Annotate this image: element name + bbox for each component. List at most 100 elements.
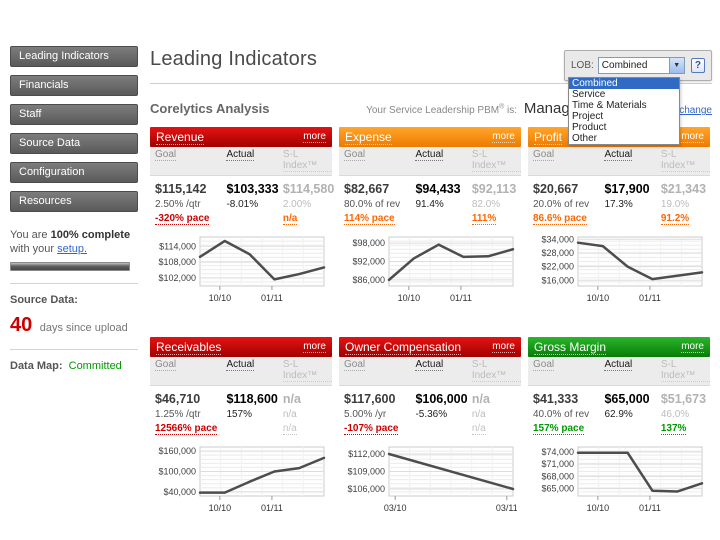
sidebar: Leading Indicators Financials Staff Source … xyxy=(10,46,138,372)
actual-column-header: Actual xyxy=(604,149,633,161)
more-link[interactable]: more xyxy=(492,341,515,353)
goal-column-header: Goal xyxy=(344,359,366,371)
cards-row-1: Revenue more Goal Actual S-L Index™ $115… xyxy=(150,127,712,313)
setup-link[interactable]: setup. xyxy=(57,243,87,255)
actual-column-header: Actual xyxy=(604,359,633,371)
actual-column-header: Actual xyxy=(415,149,444,161)
lob-option-time-materials[interactable]: Time & Materials xyxy=(569,100,679,111)
metric-card-gross-margin: Gross Margin more Goal Actual S-L Index™… xyxy=(528,337,710,523)
line-chart-svg: $102,000 $108,000 $114,000 10/10 01/11 xyxy=(158,236,326,303)
line-chart-svg: $40,000 $100,000 $160,000 10/10 01/11 xyxy=(158,446,326,513)
goal-value: $82,667 xyxy=(344,182,390,196)
sl-index-column-header: S-L Index™ xyxy=(282,149,332,172)
goal-value: $41,333 xyxy=(533,392,579,406)
trend-chart: $65,000 $68,000 $71,000 $74,000 10/10 01/11 xyxy=(528,442,710,523)
sidebar-item-configuration[interactable]: Configuration xyxy=(10,162,138,183)
data-map-label: Data Map: xyxy=(10,360,63,372)
sidebar-item-source-data[interactable]: Source Data xyxy=(10,133,138,154)
goal-column-header: Goal xyxy=(533,149,555,161)
svg-text:$102,000: $102,000 xyxy=(158,273,196,283)
setup-complete-pct: 100% complete xyxy=(50,229,131,241)
more-link[interactable]: more xyxy=(681,341,704,353)
actual-value: $106,000 xyxy=(415,392,468,406)
lob-option-other[interactable]: Other xyxy=(569,133,679,144)
card-values: $117,600 5.00% /yr -107% pace $106,000 -… xyxy=(339,386,521,438)
svg-text:03/11: 03/11 xyxy=(496,503,517,513)
pbm-is: is: xyxy=(504,105,518,116)
svg-text:10/10: 10/10 xyxy=(398,293,421,303)
setup-progress-bar xyxy=(10,262,130,271)
sl-index-column-header: S-L Index™ xyxy=(660,359,710,382)
goal-pace: 114% pace xyxy=(344,213,395,225)
card-title: Receivables xyxy=(156,339,222,355)
more-link[interactable]: more xyxy=(492,131,515,143)
line-chart-svg: $16,000 $22,000 $28,000 $34,000 10/10 01/11 xyxy=(541,234,704,303)
goal-column-header: Goal xyxy=(344,149,366,161)
sidebar-item-financials[interactable]: Financials xyxy=(10,75,138,96)
lob-select[interactable]: Combined ▼ xyxy=(597,57,685,74)
sidebar-item-leading-indicators[interactable]: Leading Indicators xyxy=(10,46,138,67)
lob-option-combined[interactable]: Combined xyxy=(569,78,679,89)
chevron-down-icon[interactable]: ▼ xyxy=(668,58,684,73)
goal-column-header: Goal xyxy=(155,149,177,161)
svg-text:$40,000: $40,000 xyxy=(163,487,196,497)
svg-text:01/11: 01/11 xyxy=(261,503,283,513)
lob-option-project[interactable]: Project xyxy=(569,111,679,122)
svg-text:$112,000: $112,000 xyxy=(348,449,385,459)
line-chart-svg: $86,000 $92,000 $98,000 10/10 01/11 xyxy=(352,236,515,303)
change-link[interactable]: change xyxy=(679,105,712,116)
index-sub: 46.0% xyxy=(660,409,690,420)
help-icon[interactable]: ? xyxy=(690,58,705,73)
index-value: $21,343 xyxy=(660,182,707,196)
goal-pace: 12566% pace xyxy=(155,423,218,435)
metric-card-receivables: Receivables more Goal Actual S-L Index™ … xyxy=(150,337,332,523)
svg-text:01/11: 01/11 xyxy=(639,503,661,513)
svg-text:$28,000: $28,000 xyxy=(541,248,574,258)
sidebar-divider xyxy=(10,283,138,284)
lob-option-service[interactable]: Service xyxy=(569,89,679,100)
card-column-headers: Goal Actual S-L Index™ xyxy=(150,357,332,386)
goal-column-header: Goal xyxy=(155,359,177,371)
card-column-headers: Goal Actual S-L Index™ xyxy=(150,147,332,176)
svg-text:$86,000: $86,000 xyxy=(352,275,385,285)
more-link[interactable]: more xyxy=(303,341,326,353)
actual-column-header: Actual xyxy=(226,149,255,161)
goal-sub: 1.25% /qtr xyxy=(155,409,201,420)
goal-value: $46,710 xyxy=(155,392,201,406)
actual-value: $17,900 xyxy=(604,182,650,196)
goal-sub: 80.0% of rev xyxy=(344,199,401,210)
lob-option-product[interactable]: Product xyxy=(569,122,679,133)
sidebar-item-staff[interactable]: Staff xyxy=(10,104,138,125)
svg-text:01/11: 01/11 xyxy=(261,293,283,303)
svg-text:$160,000: $160,000 xyxy=(158,446,196,456)
goal-column-header: Goal xyxy=(533,359,555,371)
index-pace: n/a xyxy=(282,423,297,435)
card-column-headers: Goal Actual S-L Index™ xyxy=(528,357,710,386)
svg-text:$74,000: $74,000 xyxy=(541,447,574,457)
setup-text-line2: with your xyxy=(10,243,58,255)
svg-text:10/10: 10/10 xyxy=(587,503,610,513)
actual-sub: 62.9% xyxy=(604,409,633,420)
actual-sub: 17.3% xyxy=(604,199,633,210)
line-chart-svg: $106,000 $109,000 $112,000 03/10 03/11 xyxy=(347,446,518,513)
actual-sub: -5.36% xyxy=(415,409,448,420)
main-content: Leading Indicators LOB: Combined ▼ ? Com… xyxy=(150,48,712,523)
index-value: n/a xyxy=(282,392,301,406)
source-data-label: Source Data: xyxy=(10,294,78,306)
more-link[interactable]: more xyxy=(681,131,704,143)
svg-text:01/11: 01/11 xyxy=(450,293,472,303)
actual-sub: 91.4% xyxy=(415,199,444,210)
index-pace: n/a xyxy=(471,423,486,435)
metric-card-expense: Expense more Goal Actual S-L Index™ $82,… xyxy=(339,127,521,313)
data-map-value: Committed xyxy=(68,360,122,372)
sidebar-item-resources[interactable]: Resources xyxy=(10,191,138,212)
setup-status: You are 100% complete with your setup. xyxy=(10,228,138,271)
actual-value: $65,000 xyxy=(604,392,650,406)
svg-text:10/10: 10/10 xyxy=(587,293,610,303)
goal-pace: 157% pace xyxy=(533,423,585,435)
svg-text:$100,000: $100,000 xyxy=(158,467,196,477)
goal-sub: 20.0% of rev xyxy=(533,199,590,210)
metric-card-revenue: Revenue more Goal Actual S-L Index™ $115… xyxy=(150,127,335,313)
more-link[interactable]: more xyxy=(303,131,326,143)
index-value: $114,580 xyxy=(282,182,335,196)
